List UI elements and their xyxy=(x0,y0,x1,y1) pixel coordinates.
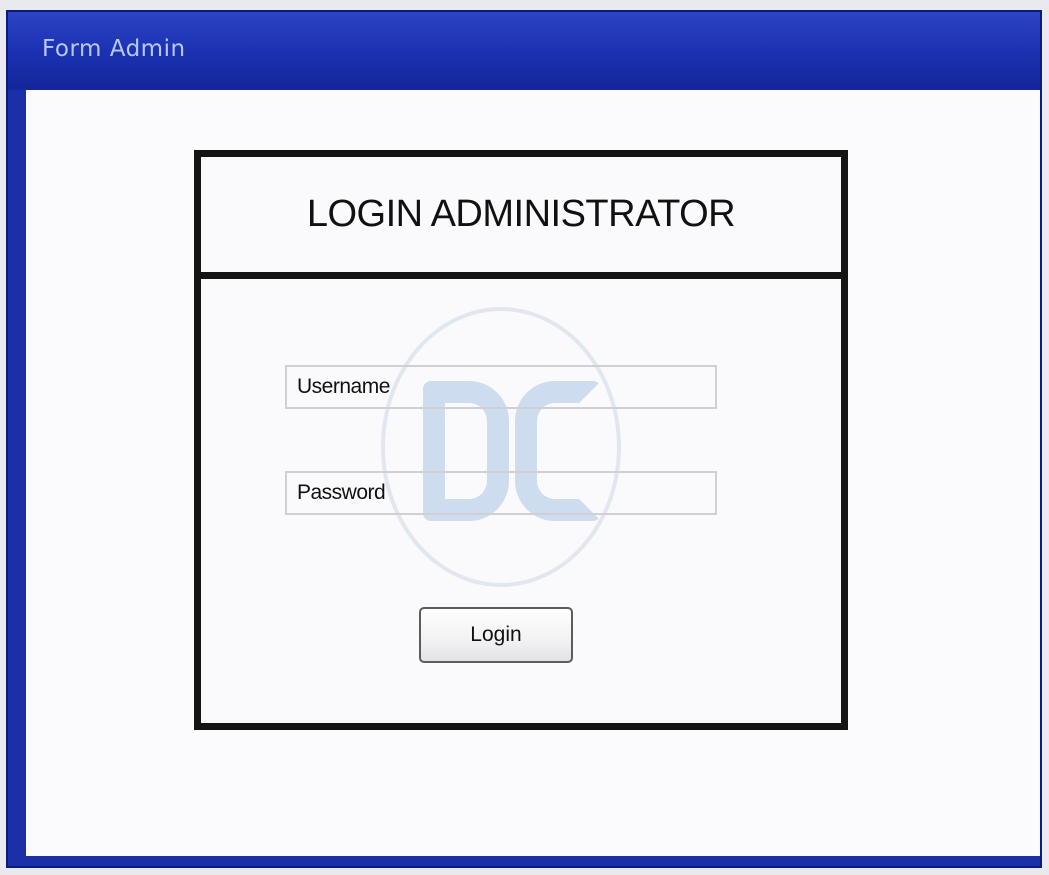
window-client-area: LOGIN ADMINISTRATOR Username Password Lo… xyxy=(26,90,1040,856)
window-title: Form Admin xyxy=(42,36,186,62)
login-heading: LOGIN ADMINISTRATOR xyxy=(306,193,736,235)
watermark-logo xyxy=(381,307,621,587)
password-field[interactable]: Password xyxy=(285,471,717,515)
login-panel-header: LOGIN ADMINISTRATOR xyxy=(201,157,841,279)
username-field[interactable]: Username xyxy=(285,365,717,409)
window-titlebar[interactable]: Form Admin xyxy=(8,12,1040,90)
login-button[interactable]: Login xyxy=(419,607,573,663)
form-admin-window: Form Admin LOGIN ADMINISTRATOR Username … xyxy=(6,10,1042,868)
login-panel: LOGIN ADMINISTRATOR Username Password Lo… xyxy=(194,150,848,730)
login-button-label: Login xyxy=(470,623,522,646)
